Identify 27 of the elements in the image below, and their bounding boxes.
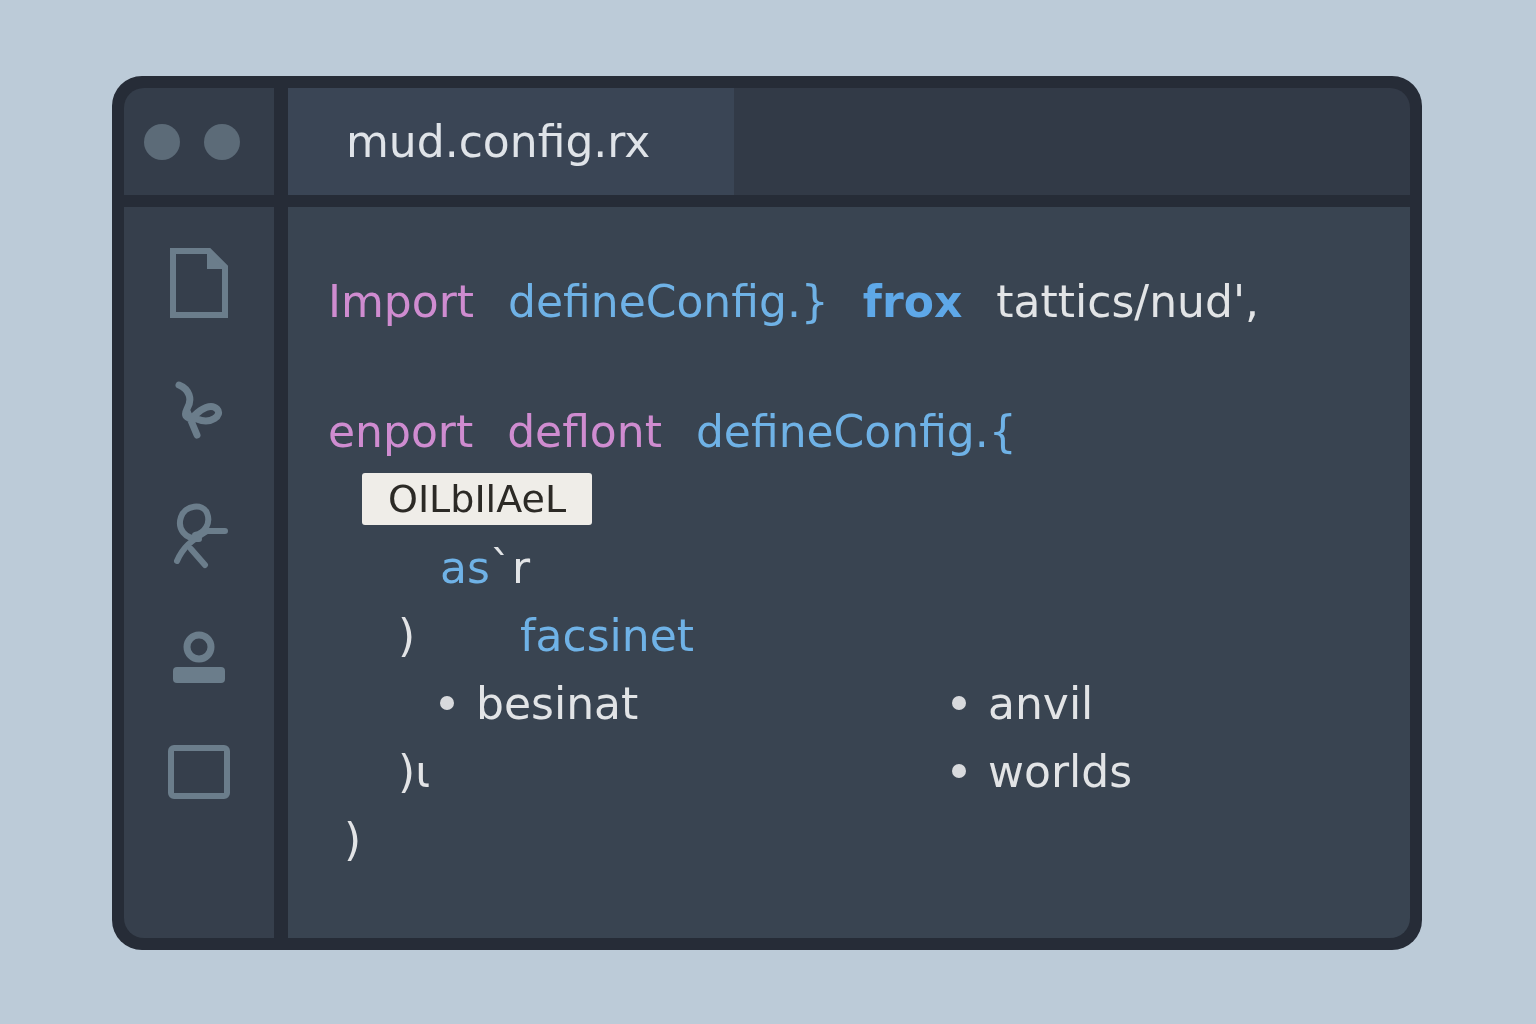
code-token: Import xyxy=(328,275,475,327)
code-token: facsinet xyxy=(520,609,694,661)
bullet-dot xyxy=(952,764,966,778)
code-token: )ɩ xyxy=(398,745,432,797)
bullet-dot xyxy=(952,696,966,710)
squiggle-icon[interactable] xyxy=(173,379,225,439)
code-token: anvil xyxy=(988,677,1094,729)
code-token: worlds xyxy=(988,745,1133,797)
code-token: `r xyxy=(489,541,530,593)
file-tab[interactable]: mud.config.rx xyxy=(288,88,734,195)
code-token: tattics/nud', xyxy=(996,275,1259,327)
square-icon[interactable] xyxy=(168,745,230,799)
code-token: defineConfig.{ xyxy=(695,405,1017,457)
code-token: ) xyxy=(344,813,363,865)
code-token: besinat xyxy=(476,677,639,729)
file-icon[interactable] xyxy=(169,247,229,319)
code-token: enport xyxy=(328,405,474,457)
code-token: as xyxy=(440,541,490,593)
selected-text: OILbIlAeL xyxy=(362,473,593,525)
window-control[interactable] xyxy=(144,123,180,160)
code-token: deflont xyxy=(507,405,662,457)
bullet-dot xyxy=(440,696,454,710)
code-token: defineConfig.} xyxy=(508,275,829,327)
code-token: frox xyxy=(862,275,963,327)
window-control[interactable] xyxy=(204,123,240,160)
code-token: ) xyxy=(398,609,417,661)
person-icon[interactable] xyxy=(171,629,227,685)
